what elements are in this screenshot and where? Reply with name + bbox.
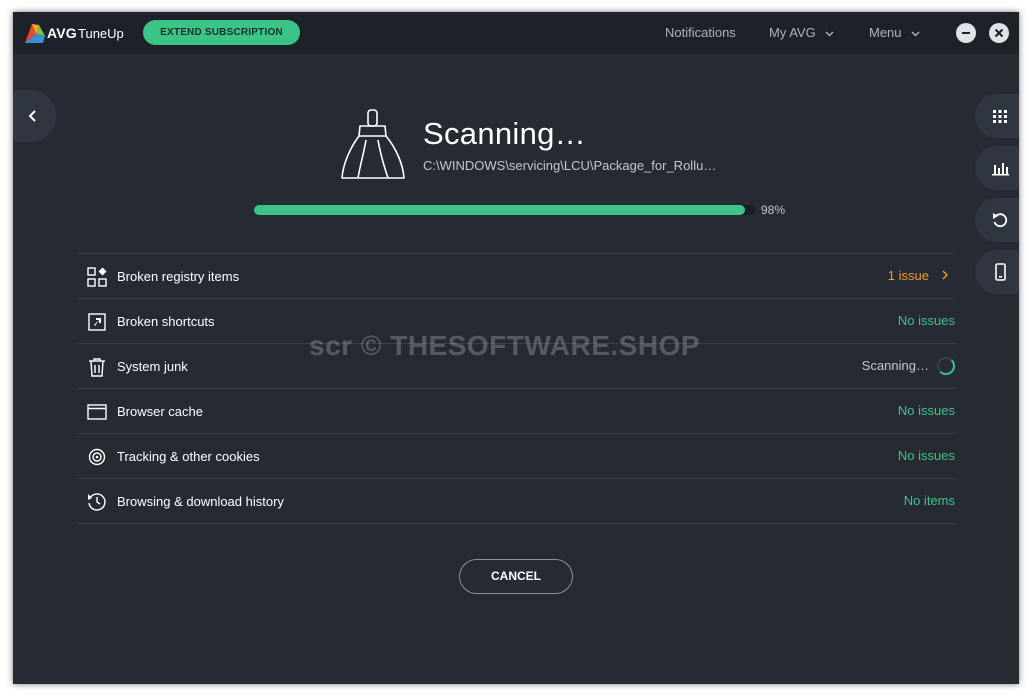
item-label: Browser cache bbox=[117, 404, 203, 419]
extend-subscription-button[interactable]: EXTEND SUBSCRIPTION bbox=[143, 20, 300, 45]
minimize-icon bbox=[962, 32, 970, 34]
close-button[interactable] bbox=[989, 23, 1009, 43]
notifications-link[interactable]: Notifications bbox=[665, 25, 736, 40]
item-status[interactable]: 1 issue bbox=[888, 268, 929, 283]
browser-icon bbox=[87, 404, 107, 420]
bar-chart-icon bbox=[992, 163, 1009, 176]
scan-results-list: Broken registry items 1 issue Broken sho… bbox=[78, 253, 955, 524]
list-item-broken-shortcuts: Broken shortcuts No issues bbox=[78, 299, 955, 344]
back-button[interactable] bbox=[13, 90, 56, 142]
scan-progress-percent: 98% bbox=[761, 203, 786, 217]
history-icon bbox=[88, 493, 106, 511]
item-label: Browsing & download history bbox=[117, 494, 284, 509]
list-item-browsing-history: Browsing & download history No items bbox=[78, 479, 955, 524]
mobile-button[interactable] bbox=[975, 250, 1019, 294]
phone-icon bbox=[995, 263, 1006, 281]
menu-label: Menu bbox=[869, 25, 902, 40]
undo-button[interactable] bbox=[975, 198, 1019, 242]
shortcut-icon bbox=[88, 313, 106, 331]
broom-icon bbox=[341, 109, 405, 179]
minimize-button[interactable] bbox=[956, 23, 976, 43]
scan-progress-bar bbox=[254, 205, 755, 215]
my-avg-menu[interactable]: My AVG bbox=[769, 25, 834, 40]
scan-title: Scanning… bbox=[423, 116, 586, 151]
list-item-browser-cache: Browser cache No issues bbox=[78, 389, 955, 434]
list-item-broken-registry[interactable]: Broken registry items 1 issue bbox=[78, 254, 955, 299]
avg-logo-icon bbox=[25, 24, 45, 43]
brand-name: AVG bbox=[47, 25, 77, 41]
item-status: No issues bbox=[897, 313, 955, 328]
item-label: Broken registry items bbox=[117, 269, 240, 284]
undo-icon bbox=[993, 213, 1008, 228]
chevron-down-icon bbox=[911, 31, 920, 37]
item-status: No items bbox=[903, 493, 955, 508]
all-features-button[interactable] bbox=[975, 94, 1019, 138]
app-name: TuneUp bbox=[78, 26, 124, 41]
item-label: System junk bbox=[117, 359, 188, 374]
registry-icon bbox=[87, 267, 107, 287]
trash-icon bbox=[89, 358, 105, 377]
loading-spinner-icon bbox=[937, 357, 955, 375]
list-item-tracking-cookies: Tracking & other cookies No issues bbox=[78, 434, 955, 479]
chevron-right-icon[interactable] bbox=[942, 270, 948, 280]
title-bar: AVG TuneUp EXTEND SUBSCRIPTION Notificat… bbox=[13, 12, 1019, 54]
item-status: No issues bbox=[897, 448, 955, 463]
item-status: Scanning… bbox=[861, 358, 929, 373]
close-icon bbox=[994, 28, 1004, 38]
app-window: AVG TuneUp EXTEND SUBSCRIPTION Notificat… bbox=[13, 12, 1019, 684]
item-status: No issues bbox=[897, 403, 955, 418]
main-menu[interactable]: Menu bbox=[869, 25, 920, 40]
target-icon bbox=[88, 448, 106, 466]
list-item-system-junk: System junk Scanning… bbox=[78, 344, 955, 389]
scan-progress-fill bbox=[254, 205, 745, 215]
chevron-down-icon bbox=[825, 31, 834, 37]
statistics-button[interactable] bbox=[975, 146, 1019, 190]
cancel-button[interactable]: CANCEL bbox=[459, 559, 573, 594]
chevron-left-icon bbox=[28, 110, 36, 122]
my-avg-label: My AVG bbox=[769, 25, 816, 40]
grid-icon bbox=[993, 110, 1007, 123]
item-label: Tracking & other cookies bbox=[117, 449, 260, 464]
item-label: Broken shortcuts bbox=[117, 314, 215, 329]
scan-current-path: C:\WINDOWS\servicing\LCU\Package_for_Rol… bbox=[423, 158, 717, 173]
